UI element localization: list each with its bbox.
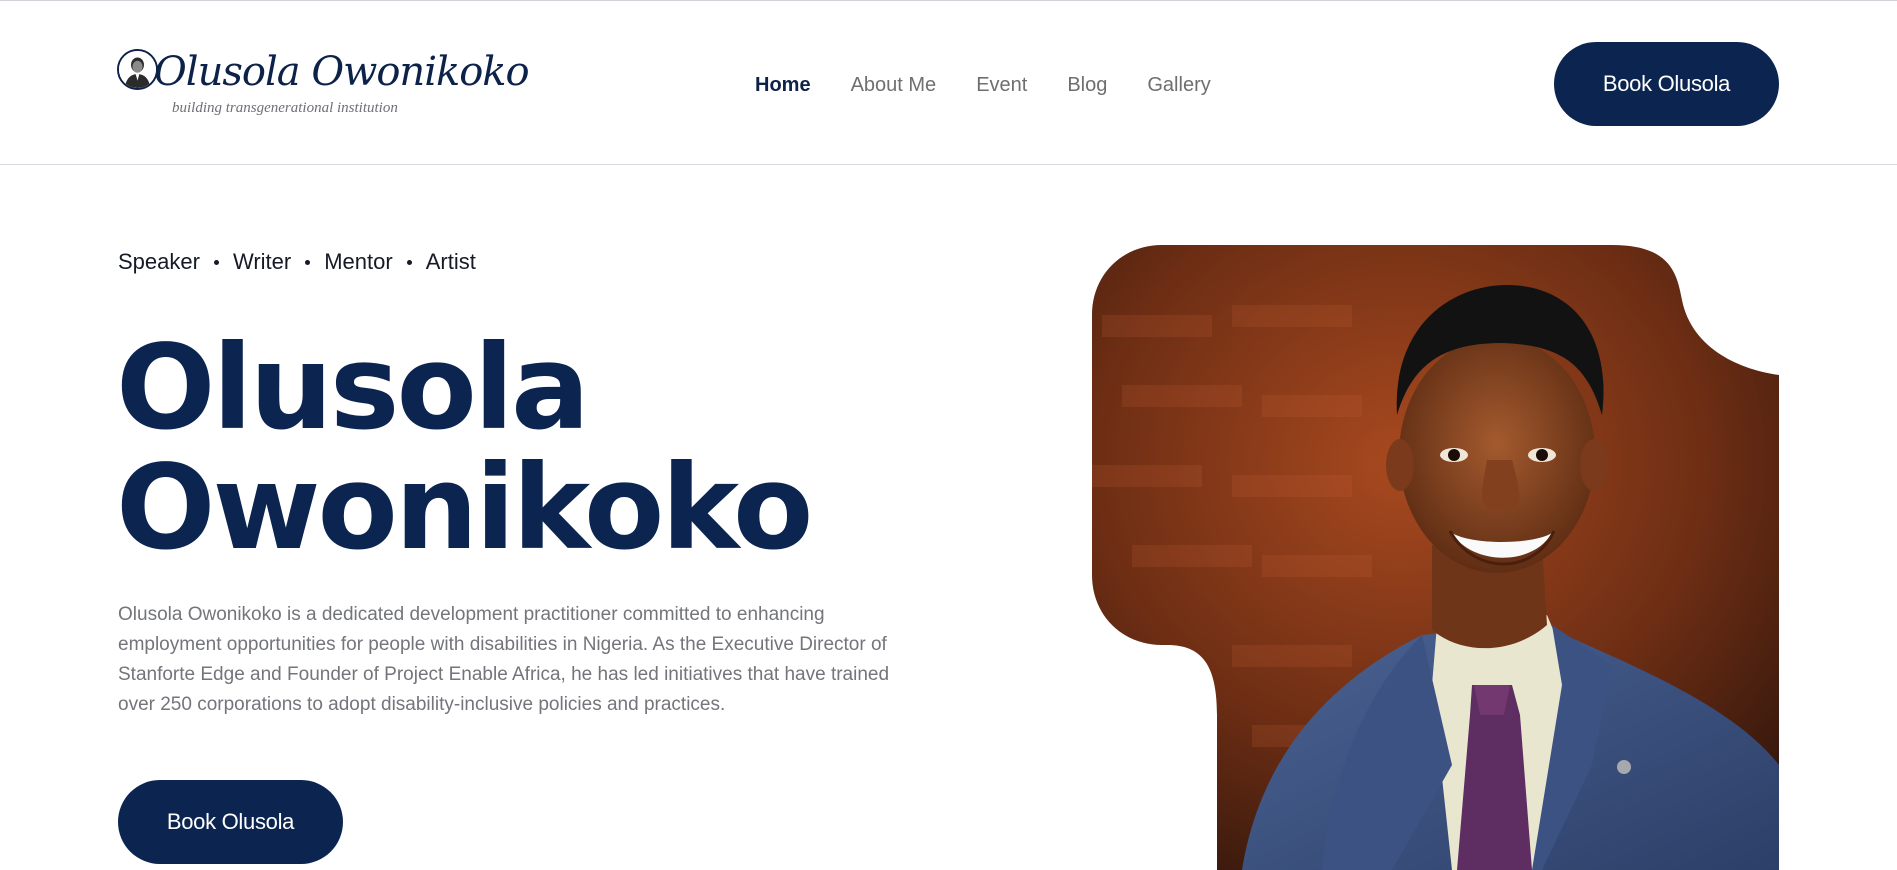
role-mentor: Mentor [324, 249, 393, 274]
logo-name: Olusola Owonikoko [154, 49, 530, 95]
nav-item-event[interactable]: Event [976, 74, 1027, 97]
logo-avatar-icon [117, 49, 158, 90]
hero-title-line1: Olusola [116, 319, 590, 456]
site-logo[interactable]: Olusola Owonikoko building transgenerati… [117, 47, 530, 123]
bullet-dot [305, 259, 311, 265]
role-speaker: Speaker [118, 249, 200, 274]
role-writer: Writer [232, 249, 292, 274]
nav-item-gallery[interactable]: Gallery [1147, 74, 1210, 97]
site-header: Olusola Owonikoko building transgenerati… [0, 1, 1897, 165]
hero-portrait-image [1092, 245, 1779, 870]
nav-item-home[interactable]: Home [755, 74, 811, 97]
role-artist: Artist [425, 249, 476, 274]
nav-item-about-me[interactable]: About Me [851, 74, 937, 97]
logo-tagline: building transgenerational institution [172, 100, 398, 116]
nav-item-blog[interactable]: Blog [1067, 74, 1107, 97]
bullet-dot [213, 259, 219, 265]
main-nav: Home About Me Event Blog Gallery [755, 71, 1211, 99]
header-book-button[interactable]: Book Olusola [1554, 42, 1779, 126]
bullet-dot [406, 259, 412, 265]
hero-roles: Speaker Writer Mentor Artist [118, 249, 476, 275]
hero-bio: Olusola Owonikoko is a dedicated develop… [118, 604, 890, 715]
hero-title-line2: Owonikoko [116, 439, 813, 576]
hero-title: Olusola Owonikoko [116, 319, 813, 576]
hero-book-button[interactable]: Book Olusola [118, 780, 343, 864]
